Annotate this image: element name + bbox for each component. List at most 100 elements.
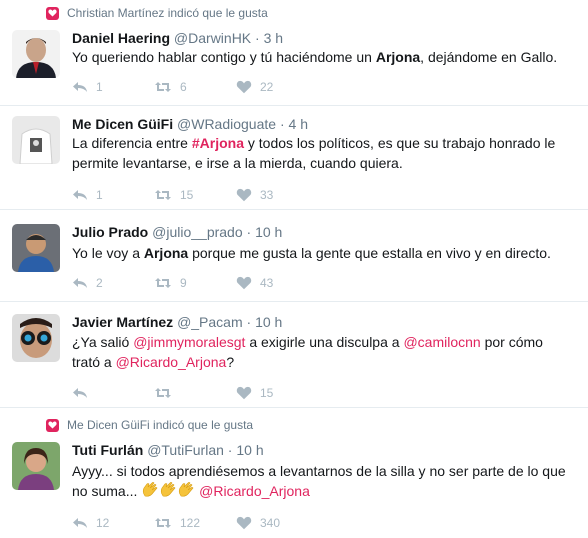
clapping-hands-icon [159,482,177,498]
highlight-term: Arjona [375,49,421,65]
like-context-text[interactable]: Christian Martínez indicó que le gusta [67,6,268,20]
reply-count: 1 [96,188,103,202]
display-name[interactable]: Daniel Haering [72,30,170,46]
like-button[interactable]: 33 [236,188,318,202]
reply-button[interactable] [72,387,154,399]
avatar[interactable] [12,30,60,78]
text-segment: Yo le voy a [72,245,144,261]
mention-link[interactable]: @Ricardo_Arjona [199,483,310,499]
tweet[interactable]: Me Dicen GüiFi @WRadioguate · 4 h La dif… [0,106,588,210]
reply-icon [73,190,87,200]
heart-icon [236,276,252,290]
retweet-count: 6 [180,80,187,94]
text-segment: Yo queriendo hablar contigo y tú haciénd… [72,49,376,65]
retweet-count: 9 [180,276,187,290]
avatar[interactable] [12,116,60,164]
tweet-header: Daniel Haering @DarwinHK · 3 h [72,30,283,46]
retweet-icon [155,82,171,92]
like-button[interactable]: 15 [236,386,318,400]
reply-button[interactable]: 12 [72,516,154,530]
mention-link[interactable]: @jimmymoralesgt [133,334,245,350]
reply-icon [73,388,87,398]
username[interactable]: @julio__prado [152,224,243,240]
retweet-button[interactable]: 9 [154,276,236,290]
like-button[interactable]: 43 [236,276,318,290]
retweet-icon [155,190,171,200]
tweet[interactable]: Javier Martínez @_Pacam · 10 h ¿Ya salió… [0,302,588,408]
reply-count: 2 [96,276,103,290]
tweet-text: Ayyy... si todos aprendiésemos a levanta… [72,461,572,501]
clapping-hands-icon [177,482,195,498]
heart-icon [236,188,252,202]
reply-button[interactable]: 1 [72,188,154,202]
like-context: Christian Martínez indicó que le gusta [46,6,268,20]
avatar[interactable] [12,224,60,272]
like-count: 15 [260,386,274,400]
timestamp[interactable]: 4 h [289,116,308,132]
retweet-button[interactable]: 6 [154,80,236,94]
timestamp[interactable]: 3 h [264,30,283,46]
separator: · [255,30,260,46]
display-name[interactable]: Tuti Furlán [72,442,143,458]
like-count: 43 [260,276,274,290]
text-segment: porque me gusta la gente que estalla en … [188,245,551,261]
tweet-actions: 15 [72,386,318,400]
avatar[interactable] [12,314,60,362]
like-button[interactable]: 340 [236,516,318,530]
clapping-hands-icon [141,482,159,498]
username[interactable]: @TutiFurlan [147,442,224,458]
tweet[interactable]: Julio Prado @julio__prado · 10 h Yo le v… [0,210,588,302]
display-name[interactable]: Me Dicen GüiFi [72,116,173,132]
timeline: Christian Martínez indicó que le gusta D… [0,0,588,538]
username[interactable]: @WRadioguate [177,116,276,132]
tweet-actions: 1 6 22 [72,80,318,94]
like-count: 22 [260,80,274,94]
reply-button[interactable]: 2 [72,276,154,290]
like-count: 340 [260,516,281,530]
display-name[interactable]: Julio Prado [72,224,148,240]
heart-badge-icon [46,418,59,432]
avatar[interactable] [12,442,60,490]
mention-link[interactable]: @camilocnn [403,334,480,350]
retweet-button[interactable]: 15 [154,188,236,202]
heart-icon [236,516,252,530]
text-segment: ¿Ya salió [72,334,134,350]
highlight-term: Arjona [143,245,189,261]
timestamp[interactable]: 10 h [255,224,282,240]
username[interactable]: @_Pacam [177,314,243,330]
retweet-button[interactable] [154,387,236,399]
tweet-actions: 2 9 43 [72,276,318,290]
reply-icon [73,518,87,528]
retweet-icon [155,388,171,398]
mention-link[interactable]: @Ricardo_Arjona [116,354,227,370]
username[interactable]: @DarwinHK [174,30,251,46]
display-name[interactable]: Javier Martínez [72,314,173,330]
retweet-icon [155,278,171,288]
separator: · [279,116,285,132]
tweet-text: ¿Ya salió @jimmymoralesgt a exigirle una… [72,332,572,372]
tweet-header: Me Dicen GüiFi @WRadioguate · 4 h [72,116,308,132]
tweet-text: Yo queriendo hablar contigo y tú haciénd… [72,47,572,67]
tweet-header: Tuti Furlán @TutiFurlan · 10 h [72,442,264,458]
like-button[interactable]: 22 [236,80,318,94]
retweet-icon [155,518,171,528]
heart-icon [236,80,252,94]
like-count: 33 [260,188,274,202]
retweet-button[interactable]: 122 [154,516,236,530]
tweet-text: La diferencia entre #Arjona y todos los … [72,133,572,173]
timestamp[interactable]: 10 h [255,314,282,330]
like-context-text[interactable]: Me Dicen GüiFi indicó que le gusta [67,418,253,432]
retweet-count: 122 [180,516,201,530]
hashtag-link[interactable]: #Arjona [192,135,244,151]
text-segment: , dejándome en Gallo. [420,49,558,65]
reply-icon [73,278,87,288]
reply-button[interactable]: 1 [72,80,154,94]
like-context: Me Dicen GüiFi indicó que le gusta [46,418,253,432]
text-segment: La diferencia entre [72,135,192,151]
reply-icon [73,82,87,92]
tweet-text: Yo le voy a Arjona porque me gusta la ge… [72,243,572,263]
tweet[interactable]: Christian Martínez indicó que le gusta D… [0,0,588,106]
tweet[interactable]: Me Dicen GüiFi indicó que le gusta Tuti … [0,408,588,538]
text-segment: a exigirle una disculpa a [245,334,404,350]
timestamp[interactable]: 10 h [236,442,263,458]
